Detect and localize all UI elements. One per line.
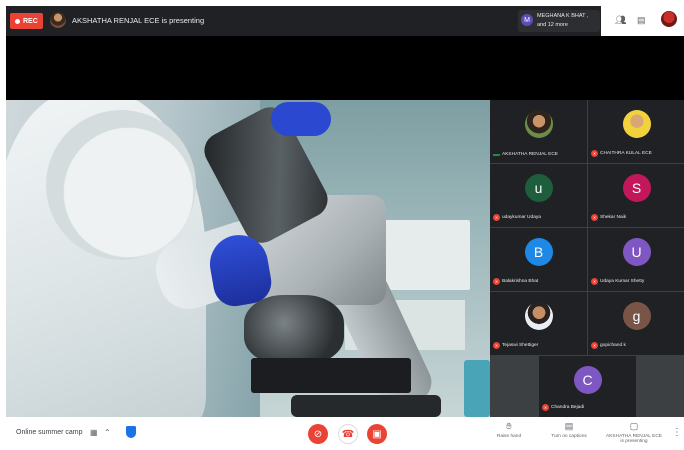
participant-name: gopichand k xyxy=(600,343,626,348)
people-chip-line2: and 12 more xyxy=(537,22,568,28)
mic-off-icon: ✕ xyxy=(493,214,500,221)
phone-hangup-icon: ☎︎ xyxy=(341,428,355,440)
participant-tile[interactable]: ✕ CHAITHRA KULAL ECE xyxy=(588,100,684,163)
people-chip-line1: MEGHANA K BHAT , xyxy=(537,13,589,19)
mic-off-icon: ✕ xyxy=(591,150,598,157)
participant-tile[interactable]: g ✕ gopichand k xyxy=(588,292,684,355)
mic-off-icon: ✕ xyxy=(493,342,500,349)
chat-icon[interactable]: ▤ xyxy=(637,15,646,26)
participant-avatar: U xyxy=(622,238,651,266)
mic-off-button[interactable]: ⊘ xyxy=(308,424,328,444)
participant-avatar: u xyxy=(524,174,553,202)
participant-name: udaykumar Udaya xyxy=(502,215,541,220)
captions-button[interactable]: ▤ Turn on captions xyxy=(539,421,599,439)
mic-off-icon: ✕ xyxy=(591,214,598,221)
participant-tile[interactable]: ✕ Tejaswi Shettiger xyxy=(490,292,587,355)
microscope-base xyxy=(291,395,441,417)
presenting-status: AKSHATHA RENJAL ECE is presenting xyxy=(72,16,205,25)
bottom-bar: Online summer camp ▦ ⌃ ⊘ ☎︎ ▣ ✋︎ Raise h… xyxy=(6,417,684,450)
mic-off-icon: ✕ xyxy=(542,404,549,411)
recording-label: REC xyxy=(23,17,38,25)
top-right-actions: 👥︎ ▤ xyxy=(601,6,684,36)
captions-label: Turn on captions xyxy=(551,434,587,439)
participant-name: Balakrishna Bhat xyxy=(502,279,539,284)
mic-off-icon: ⊘ xyxy=(313,428,323,440)
presentation-button[interactable]: ▢ AKSHATHA RENJAL ECE is presenting xyxy=(604,421,664,444)
hand-icon: ✋︎ xyxy=(506,421,512,431)
participant-name: Udaya Kumar Shetty xyxy=(600,279,645,284)
people-chip-avatar: M xyxy=(521,14,533,26)
participant-tile[interactable]: u ✕ udaykumar Udaya xyxy=(490,164,587,227)
participant-tile[interactable]: S ✕ Shekar Naik xyxy=(588,164,684,227)
glove-hand xyxy=(271,102,331,136)
captions-icon: ▤ xyxy=(564,421,574,431)
meet-window: REC AKSHATHA RENJAL ECE is presenting M … xyxy=(0,0,684,450)
participant-photo xyxy=(622,110,651,138)
speaking-indicator-icon xyxy=(493,153,500,156)
chevron-up-icon[interactable]: ⌃ xyxy=(104,428,111,437)
people-chip[interactable]: M MEGHANA K BHAT , and 12 more xyxy=(518,10,600,32)
mic-off-icon: ✕ xyxy=(591,278,598,285)
participant-avatar: S xyxy=(622,174,651,202)
people-icon[interactable]: ▦ xyxy=(90,428,98,437)
participant-photo xyxy=(524,302,553,330)
presenter-avatar xyxy=(50,12,66,28)
camera-off-button[interactable]: ▣ xyxy=(367,424,387,444)
scientist-hood xyxy=(46,110,196,260)
presenting-line2: is presenting xyxy=(620,439,648,444)
people-icon[interactable]: 👥︎ xyxy=(615,15,626,26)
participant-tile[interactable]: AKSHATHA RENJAL ECE xyxy=(490,100,587,163)
microscope-stage xyxy=(251,358,411,393)
participant-avatar: B xyxy=(524,238,553,266)
self-avatar[interactable] xyxy=(661,11,677,27)
participant-name: AKSHATHA RENJAL ECE xyxy=(502,152,558,157)
raise-hand-label: Raise hand xyxy=(496,434,522,439)
participant-avatar: C xyxy=(573,366,602,394)
microscope-objectives xyxy=(244,295,344,365)
top-bar: REC AKSHATHA RENJAL ECE is presenting M … xyxy=(6,6,684,36)
participant-tile[interactable]: U ✕ Udaya Kumar Shetty xyxy=(588,228,684,291)
more-options-icon[interactable]: ⋮ xyxy=(672,427,682,438)
participant-tile[interactable]: C ✕ Chandra Bejadi xyxy=(539,356,636,417)
camera-off-icon: ▣ xyxy=(372,428,382,440)
record-dot-icon xyxy=(15,18,20,24)
shield-icon[interactable] xyxy=(126,426,136,438)
participant-name: Shekar Naik xyxy=(600,215,627,220)
participant-photo xyxy=(524,110,553,138)
leave-call-button[interactable]: ☎︎ xyxy=(338,424,358,444)
participant-grid: AKSHATHA RENJAL ECE ✕ CHAITHRA KULAL ECE … xyxy=(490,100,684,417)
recording-badge: REC xyxy=(10,13,43,29)
presentation-letterbox xyxy=(6,36,684,100)
participant-name: Tejaswi Shettiger xyxy=(502,343,539,348)
raise-hand-button[interactable]: ✋︎ Raise hand xyxy=(479,421,539,439)
participant-name: CHAITHRA KULAL ECE xyxy=(600,151,652,156)
participant-name: Chandra Bejadi xyxy=(551,405,585,410)
mic-off-icon: ✕ xyxy=(493,278,500,285)
presentation-video xyxy=(6,100,490,417)
mic-off-icon: ✕ xyxy=(591,342,598,349)
participant-tile[interactable]: B ✕ Balakrishna Bhat xyxy=(490,228,587,291)
participant-avatar: g xyxy=(622,302,651,330)
meeting-name: Online summer camp xyxy=(16,429,83,436)
lab-bottle xyxy=(464,360,490,417)
present-icon: ▢ xyxy=(629,421,639,431)
